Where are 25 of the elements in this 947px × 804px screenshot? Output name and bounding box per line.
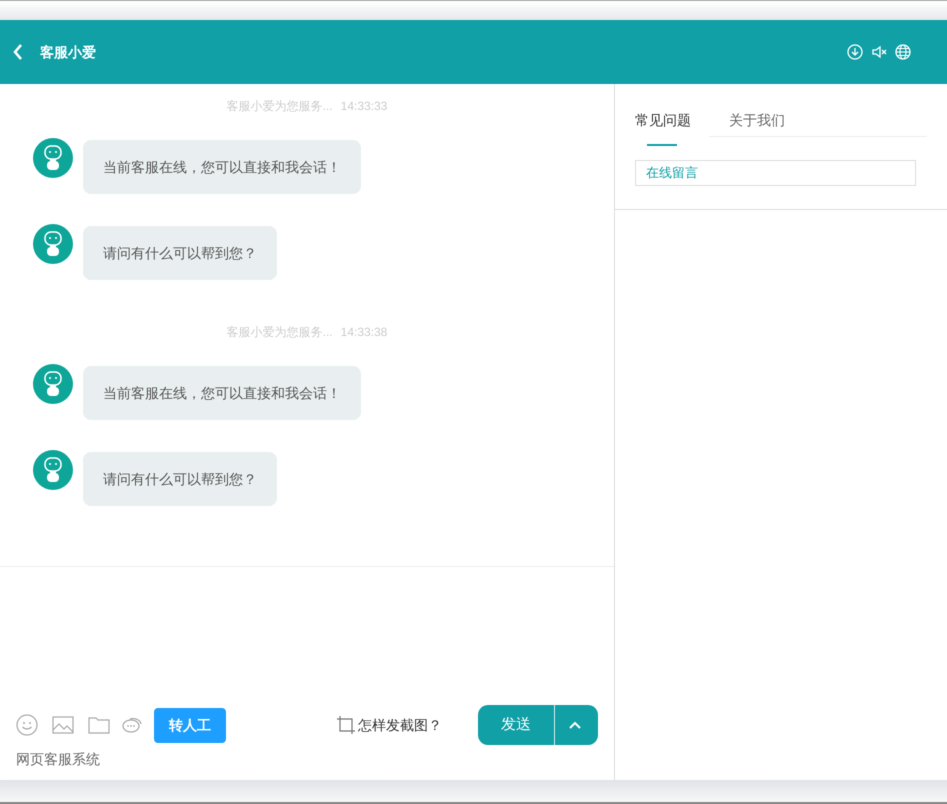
screenshot-help-link[interactable]: 怎样发截图？ bbox=[358, 714, 442, 736]
chat-bubbles-icon[interactable] bbox=[122, 716, 142, 734]
message-bubble: 当前客服在线，您可以直接和我会话！ bbox=[83, 366, 361, 420]
message-bubble: 请问有什么可以帮到您？ bbox=[83, 226, 277, 280]
crop-icon[interactable] bbox=[336, 715, 356, 735]
emoji-icon[interactable] bbox=[16, 714, 38, 736]
globe-icon[interactable] bbox=[895, 44, 911, 60]
footer-text: 网页客服系统 bbox=[16, 750, 101, 769]
window-title: 客服小爱 bbox=[40, 42, 96, 62]
message-bubble: 请问有什么可以帮到您？ bbox=[83, 452, 277, 506]
download-icon[interactable] bbox=[847, 44, 863, 60]
tab[interactable]: 常见问题 bbox=[635, 110, 691, 146]
back-icon[interactable] bbox=[12, 43, 24, 61]
robot-avatar-icon bbox=[33, 138, 73, 178]
send-button[interactable]: 发送 bbox=[478, 705, 555, 745]
tab[interactable]: 关于我们 bbox=[729, 110, 785, 146]
folder-icon[interactable] bbox=[88, 716, 110, 734]
robot-avatar-icon bbox=[33, 224, 73, 264]
mute-icon[interactable] bbox=[871, 44, 887, 60]
image-icon[interactable] bbox=[52, 716, 74, 734]
robot-avatar-icon bbox=[33, 364, 73, 404]
message-link[interactable]: 在线留言 bbox=[635, 160, 916, 186]
message-bubble: 当前客服在线，您可以直接和我会话！ bbox=[83, 140, 361, 194]
robot-avatar-icon bbox=[33, 450, 73, 490]
caret-up-icon[interactable] bbox=[569, 721, 581, 729]
